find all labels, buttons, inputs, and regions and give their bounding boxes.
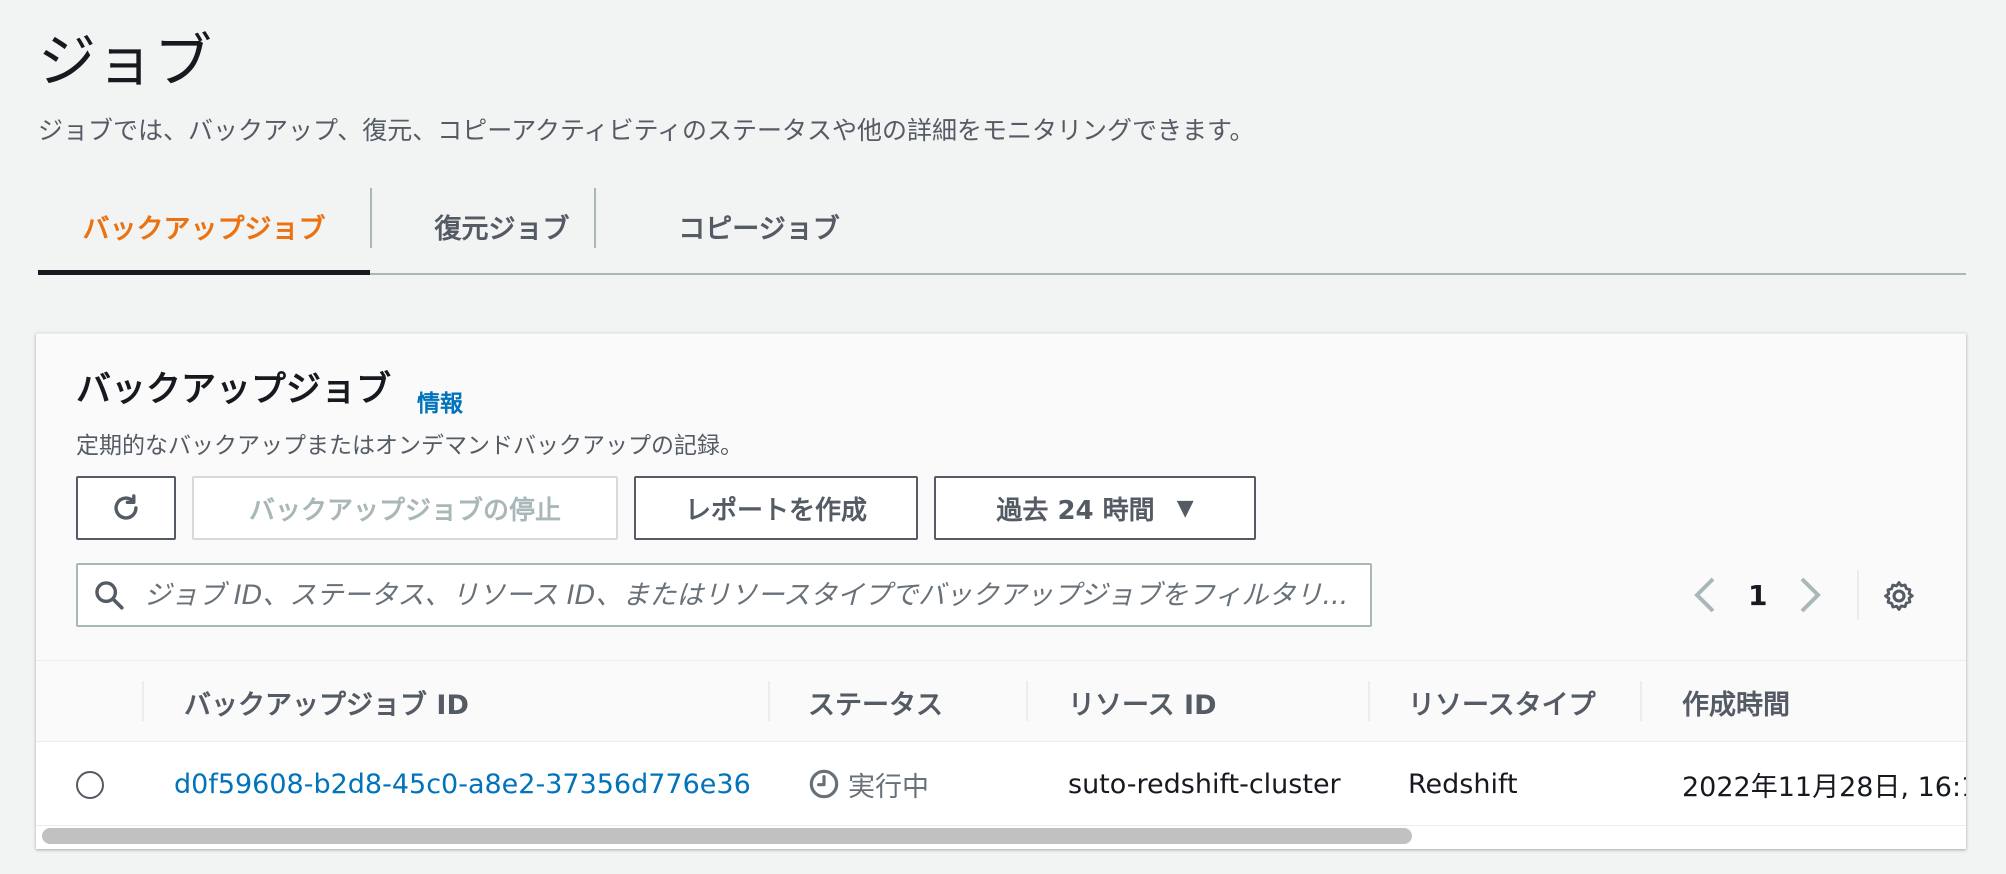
- info-link[interactable]: 情報: [417, 384, 463, 418]
- tab-copy-jobs[interactable]: コピージョブ: [596, 180, 922, 273]
- column-header-created[interactable]: 作成時間: [1682, 661, 1790, 743]
- time-range-label: 過去 24 時間: [996, 495, 1155, 526]
- refresh-icon: [114, 494, 138, 520]
- search-icon: [95, 581, 124, 610]
- resource-id-cell: suto-redshift-cluster: [1068, 768, 1341, 800]
- column-divider: [142, 681, 144, 721]
- clock-icon: [809, 769, 839, 799]
- resource-type-cell: Redshift: [1408, 768, 1518, 800]
- stop-backup-job-button[interactable]: バックアップジョブの停止: [192, 476, 618, 540]
- page-description: ジョブでは、バックアップ、復元、コピーアクティビティのステータスや他の詳細をモニ…: [38, 116, 1255, 145]
- status-text: 実行中: [848, 771, 929, 803]
- column-divider: [1368, 681, 1370, 721]
- create-report-button[interactable]: レポートを作成: [634, 476, 918, 540]
- column-header-resource-id[interactable]: リソース ID: [1068, 661, 1217, 743]
- column-header-job-id[interactable]: バックアップジョブ ID: [184, 661, 469, 743]
- pager-divider: [1857, 570, 1859, 620]
- panel-title: バックアップジョブ: [76, 370, 392, 410]
- column-header-resource-type[interactable]: リソースタイプ: [1408, 661, 1596, 743]
- caret-down-icon: ▼: [1176, 495, 1194, 521]
- horizontal-scrollbar[interactable]: [42, 828, 1412, 844]
- settings-gear-icon[interactable]: [1882, 579, 1916, 613]
- tab-backup-jobs[interactable]: バックアップジョブ: [38, 180, 370, 275]
- status-cell: 実行中: [808, 742, 929, 826]
- refresh-button[interactable]: [76, 476, 176, 540]
- chevron-right-icon[interactable]: [1795, 575, 1825, 615]
- column-divider: [1640, 681, 1642, 721]
- panel-description: 定期的なバックアップまたはオンデマンドバックアップの記録。: [76, 433, 743, 459]
- time-range-dropdown[interactable]: 過去 24 時間 ▼: [934, 476, 1256, 540]
- backup-jobs-panel: バックアップジョブ 情報 定期的なバックアップまたはオンデマンドバックアップの記…: [36, 333, 1966, 849]
- column-divider: [768, 681, 770, 721]
- job-tabs: バックアップジョブ 復元ジョブ コピージョブ: [38, 180, 1966, 275]
- panel-header: バックアップジョブ 情報 定期的なバックアップまたはオンデマンドバックアップの記…: [36, 334, 1966, 660]
- search-input[interactable]: [144, 579, 1354, 611]
- job-id-link[interactable]: d0f59608-b2d8-45c0-a8e2-37356d776e36: [174, 742, 751, 826]
- column-divider: [1026, 681, 1028, 721]
- chevron-left-icon[interactable]: [1690, 575, 1720, 615]
- created-time-cell: 2022年11月28日, 16:1: [1682, 771, 1966, 803]
- pagination: 1: [1690, 563, 1840, 627]
- tab-restore-jobs[interactable]: 復元ジョブ: [372, 180, 632, 273]
- column-header-status[interactable]: ステータス: [808, 661, 943, 743]
- table-row[interactable]: d0f59608-b2d8-45c0-a8e2-37356d776e36 実行中…: [36, 742, 1966, 826]
- current-page-number[interactable]: 1: [1748, 579, 1767, 612]
- page-title: ジョブ: [38, 27, 213, 95]
- table-header: バックアップジョブ ID ステータス リソース ID リソースタイプ 作成時間: [36, 660, 1966, 742]
- row-select-radio[interactable]: [76, 771, 104, 799]
- search-box: [76, 563, 1372, 627]
